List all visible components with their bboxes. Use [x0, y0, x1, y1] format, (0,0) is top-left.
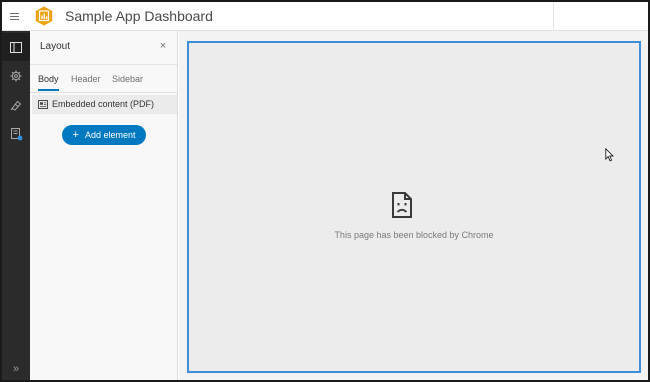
- tab-sidebar[interactable]: Sidebar: [112, 74, 143, 89]
- dashboard-app-logo-icon: [35, 6, 53, 26]
- left-rail: »: [2, 31, 30, 380]
- dashboard-canvas: This page has been blocked by Chrome: [179, 31, 648, 380]
- theme-brush-icon: [10, 100, 22, 111]
- layout-panel: Layout × Body Header Sidebar Embedded co…: [30, 31, 178, 380]
- gear-icon: [10, 70, 22, 82]
- tab-body[interactable]: Body: [38, 74, 59, 91]
- embedded-content-icon: [38, 100, 48, 109]
- expand-rail-icon[interactable]: »: [2, 360, 30, 378]
- embedded-content-frame[interactable]: This page has been blocked by Chrome: [187, 41, 641, 373]
- blocked-message: This page has been blocked by Chrome: [334, 230, 494, 240]
- element-label: Embedded content (PDF): [52, 99, 155, 109]
- add-element-label: Add element: [84, 130, 136, 140]
- close-icon[interactable]: ×: [157, 40, 169, 52]
- panel-title: Layout: [40, 41, 71, 52]
- add-element-button[interactable]: + Add element: [62, 125, 146, 145]
- tab-header[interactable]: Header: [71, 74, 101, 89]
- data-sources-icon: [10, 127, 22, 140]
- rail-layout-button[interactable]: [2, 33, 30, 61]
- rail-data-button[interactable]: [2, 120, 30, 148]
- app-window: Sample App Dashboard » Layout × Body Hea…: [0, 0, 650, 382]
- mouse-cursor-icon: [605, 148, 614, 162]
- panel-divider: [30, 64, 177, 65]
- layout-panel-icon: [10, 41, 22, 53]
- layout-tabs: Body Header Sidebar: [30, 71, 177, 93]
- app-header: Sample App Dashboard: [2, 2, 648, 31]
- plus-icon: +: [72, 129, 79, 141]
- app-title: Sample App Dashboard: [65, 8, 213, 24]
- hamburger-menu-icon[interactable]: [8, 9, 22, 23]
- sad-document-icon: [392, 192, 412, 218]
- list-item[interactable]: Embedded content (PDF): [32, 95, 177, 114]
- rail-theme-button[interactable]: [2, 91, 30, 119]
- header-divider: [553, 2, 554, 31]
- rail-settings-button[interactable]: [2, 62, 30, 90]
